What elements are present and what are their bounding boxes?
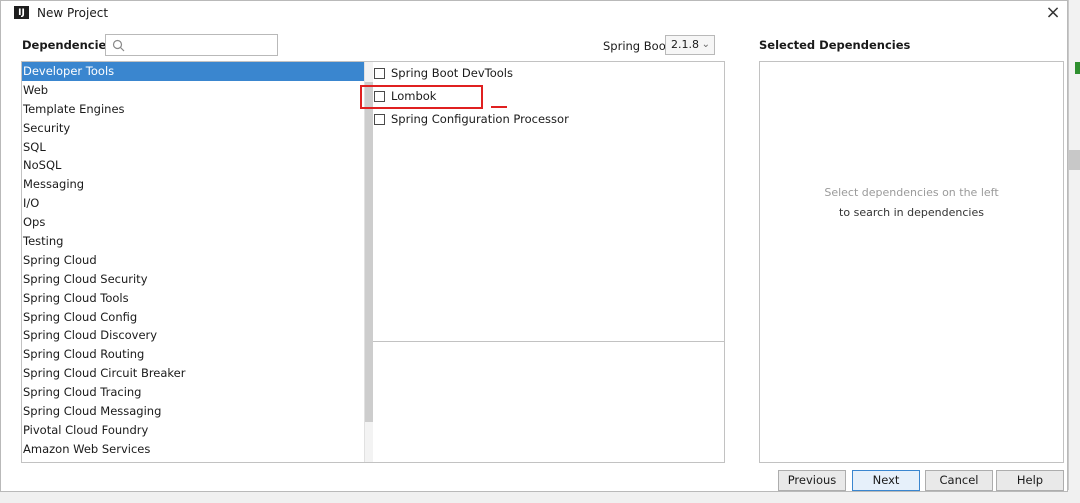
category-item[interactable]: Developer Tools xyxy=(22,62,372,81)
title-bar: IJ New Project × xyxy=(1,1,1067,26)
selected-dependencies-title: Selected Dependencies xyxy=(759,38,911,52)
close-icon[interactable]: × xyxy=(1043,2,1063,24)
empty-hint-line-1: Select dependencies on the left xyxy=(824,186,999,199)
annotation-highlight-box xyxy=(360,85,483,109)
category-item[interactable]: Ops xyxy=(22,213,372,232)
dependency-label: Spring Boot DevTools xyxy=(391,66,513,80)
category-item[interactable]: Amazon Web Services xyxy=(22,440,372,459)
dependencies-label: Dependencies xyxy=(22,38,114,52)
selected-dependencies-pane: Select dependencies on the left to searc… xyxy=(759,61,1064,463)
help-button[interactable]: Help xyxy=(996,470,1064,491)
category-item[interactable]: SQL xyxy=(22,138,372,157)
cancel-button[interactable]: Cancel xyxy=(925,470,993,491)
spring-boot-version-select[interactable]: 2.1.8 ⌄ xyxy=(665,35,715,55)
category-item[interactable]: Spring Cloud Messaging xyxy=(22,402,372,421)
category-list: Developer Tools Web Template Engines Securi… xyxy=(21,61,373,463)
category-item[interactable]: Security xyxy=(22,119,372,138)
category-item[interactable]: Spring Cloud Discovery xyxy=(22,326,372,345)
scrollbar-thumb[interactable] xyxy=(365,82,373,422)
category-item[interactable]: NoSQL xyxy=(22,156,372,175)
category-scrollbar[interactable] xyxy=(364,62,373,462)
category-item[interactable]: Spring Cloud Tracing xyxy=(22,383,372,402)
category-item[interactable]: Spring Cloud Security xyxy=(22,270,372,289)
category-item[interactable]: Web xyxy=(22,81,372,100)
category-item[interactable]: I/O xyxy=(22,194,372,213)
empty-hint-line-2: to search in dependencies xyxy=(839,206,984,219)
spring-boot-label: Spring Boot xyxy=(603,39,671,53)
next-button[interactable]: Next xyxy=(852,470,920,491)
background-ide-strip xyxy=(1068,0,1080,503)
category-item[interactable]: Testing xyxy=(22,232,372,251)
category-item[interactable]: Spring Cloud xyxy=(22,251,372,270)
checkbox[interactable] xyxy=(374,114,385,125)
dialog-title: New Project xyxy=(37,6,109,20)
category-item[interactable]: Spring Cloud Tools xyxy=(22,289,372,308)
intellij-app-icon: IJ xyxy=(14,6,29,21)
background-ide-marker xyxy=(1075,62,1080,74)
category-item[interactable]: Spring Cloud Circuit Breaker xyxy=(22,364,372,383)
dependency-search-input[interactable] xyxy=(105,34,278,56)
dependency-description-pane xyxy=(373,342,725,463)
spring-boot-version-value: 2.1.8 xyxy=(671,38,699,51)
previous-button[interactable]: Previous xyxy=(778,470,846,491)
dependency-label: Spring Configuration Processor xyxy=(391,112,569,126)
annotation-underline xyxy=(491,106,507,108)
background-ide-scroll xyxy=(1069,150,1080,170)
category-item[interactable]: Template Engines xyxy=(22,100,372,119)
checkbox[interactable] xyxy=(374,68,385,79)
new-project-dialog: IJ New Project × Dependencies Spring Boo… xyxy=(0,0,1068,492)
category-item[interactable]: Pivotal Cloud Foundry xyxy=(22,421,372,440)
category-item[interactable]: Messaging xyxy=(22,175,372,194)
category-item[interactable]: Spring Cloud Config xyxy=(22,308,372,327)
category-item[interactable]: Spring Cloud Routing xyxy=(22,345,372,364)
chevron-down-icon: ⌄ xyxy=(701,39,710,50)
search-icon xyxy=(112,39,125,52)
